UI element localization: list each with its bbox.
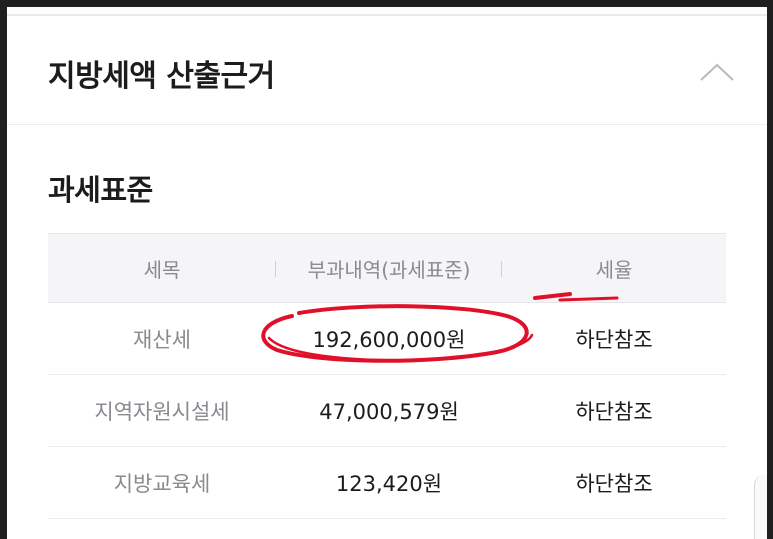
tax-base-table: 세목 부과내역(과세표준) 세율 재산세 192,600,000원 하단참조 지… bbox=[48, 233, 726, 519]
column-header-item: 세목 bbox=[48, 234, 276, 302]
page-title: 지방세액 산출근거 bbox=[48, 59, 275, 94]
section-title: 과세표준 bbox=[48, 173, 153, 207]
row-item: 재산세 bbox=[133, 327, 191, 352]
row-rate: 하단참조 bbox=[575, 327, 653, 352]
table-row: 재산세 192,600,000원 하단참조 bbox=[48, 303, 726, 375]
scrollbar-edge[interactable] bbox=[754, 475, 767, 539]
column-header-rate: 세율 bbox=[595, 257, 633, 282]
row-item: 지방교육세 bbox=[113, 471, 211, 496]
table-header: 세목 부과내역(과세표준) 세율 bbox=[48, 233, 726, 303]
column-header-amount: 부과내역(과세표준) bbox=[276, 234, 502, 302]
row-amount: 192,600,000원 bbox=[312, 327, 466, 352]
row-rate: 하단참조 bbox=[575, 399, 653, 424]
table-row: 지방교육세 123,420원 하단참조 bbox=[48, 447, 726, 519]
app-frame: 지방세액 산출근거 과세표준 세목 부과내역(과세표준) 세율 재산세 192,… bbox=[7, 7, 767, 539]
chevron-up-icon bbox=[700, 63, 734, 81]
row-amount: 123,420원 bbox=[335, 471, 443, 496]
table-row: 지역자원시설세 47,000,579원 하단참조 bbox=[48, 375, 726, 447]
row-amount: 47,000,579원 bbox=[319, 399, 459, 424]
row-rate: 하단참조 bbox=[575, 471, 653, 496]
row-item: 지역자원시설세 bbox=[94, 399, 230, 424]
accordion-header[interactable]: 지방세액 산출근거 bbox=[7, 16, 767, 125]
collapse-button[interactable] bbox=[697, 56, 737, 86]
